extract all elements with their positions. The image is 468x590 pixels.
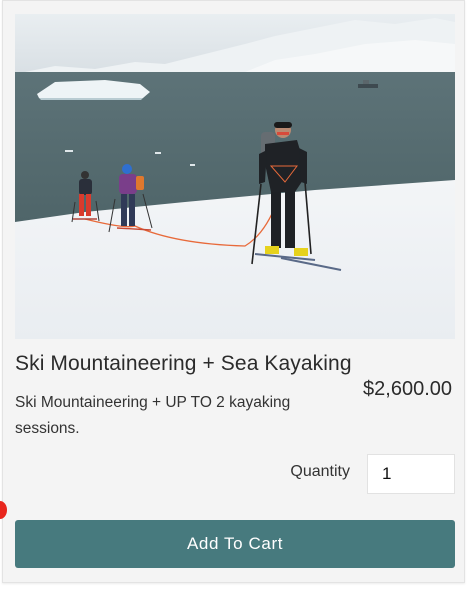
quantity-input[interactable]: [367, 454, 455, 494]
product-description: Ski Mountaineering + UP TO 2 kayaking se…: [15, 394, 291, 437]
product-price: $2,600.00: [363, 378, 452, 400]
quantity-label: Quantity: [290, 463, 350, 480]
product-title[interactable]: Ski Mountaineering + Sea Kayaking: [15, 352, 352, 376]
product-image[interactable]: [15, 14, 455, 339]
add-to-cart-button[interactable]: Add To Cart: [15, 520, 455, 568]
product-card: Ski Mountaineering + Sea Kayaking $2,600…: [2, 0, 465, 583]
